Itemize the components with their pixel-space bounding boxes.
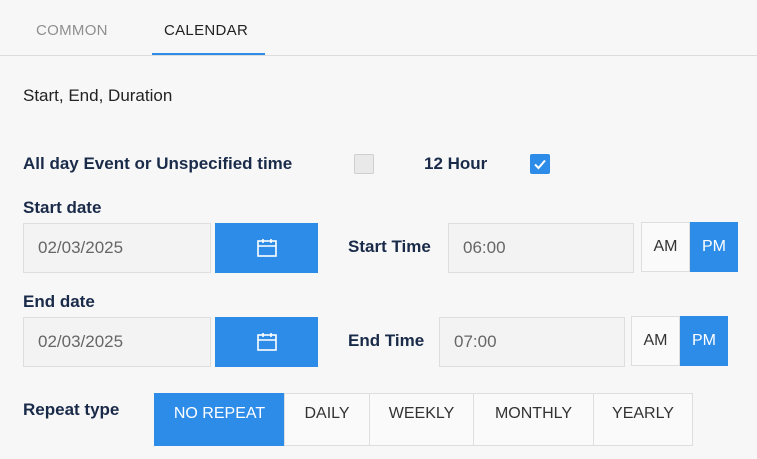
check-icon	[534, 159, 546, 170]
start-date-label: Start date	[23, 198, 102, 217]
start-pm-button[interactable]: PM	[690, 222, 738, 272]
repeat-no-repeat-button[interactable]: NO REPEAT	[154, 393, 285, 446]
end-pm-button[interactable]: PM	[680, 316, 728, 366]
end-date-input[interactable]: 02/03/2025	[23, 317, 211, 367]
tab-calendar[interactable]: CALENDAR	[164, 22, 248, 39]
end-am-button[interactable]: AM	[631, 316, 680, 366]
start-time-label: Start Time	[348, 237, 431, 256]
start-date-input[interactable]: 02/03/2025	[23, 223, 211, 273]
calendar-icon	[256, 239, 277, 257]
repeat-type-group: NO REPEAT DAILY WEEKLY MONTHLY YEARLY	[154, 393, 693, 446]
calendar-icon	[256, 333, 277, 351]
repeat-type-label: Repeat type	[23, 400, 120, 419]
section-description: Start, End, Duration	[23, 86, 173, 105]
repeat-yearly-button[interactable]: YEARLY	[593, 393, 693, 446]
all-day-checkbox[interactable]	[354, 154, 374, 174]
end-date-label: End date	[23, 292, 95, 311]
end-time-input[interactable]: 07:00	[439, 317, 625, 367]
active-tab-indicator	[152, 53, 265, 55]
tab-bar: COMMON CALENDAR	[0, 0, 757, 56]
start-date-calendar-button[interactable]	[215, 223, 318, 273]
start-time-input[interactable]: 06:00	[448, 223, 634, 273]
end-date-calendar-button[interactable]	[215, 317, 318, 367]
repeat-weekly-button[interactable]: WEEKLY	[369, 393, 474, 446]
twelve-hour-checkbox[interactable]	[530, 154, 550, 174]
tab-common[interactable]: COMMON	[36, 22, 108, 39]
start-am-button[interactable]: AM	[641, 222, 690, 272]
all-day-label: All day Event or Unspecified time	[23, 154, 293, 173]
twelve-hour-label: 12 Hour	[424, 154, 488, 173]
repeat-monthly-button[interactable]: MONTHLY	[473, 393, 594, 446]
repeat-daily-button[interactable]: DAILY	[284, 393, 370, 446]
end-time-label: End Time	[348, 331, 425, 350]
